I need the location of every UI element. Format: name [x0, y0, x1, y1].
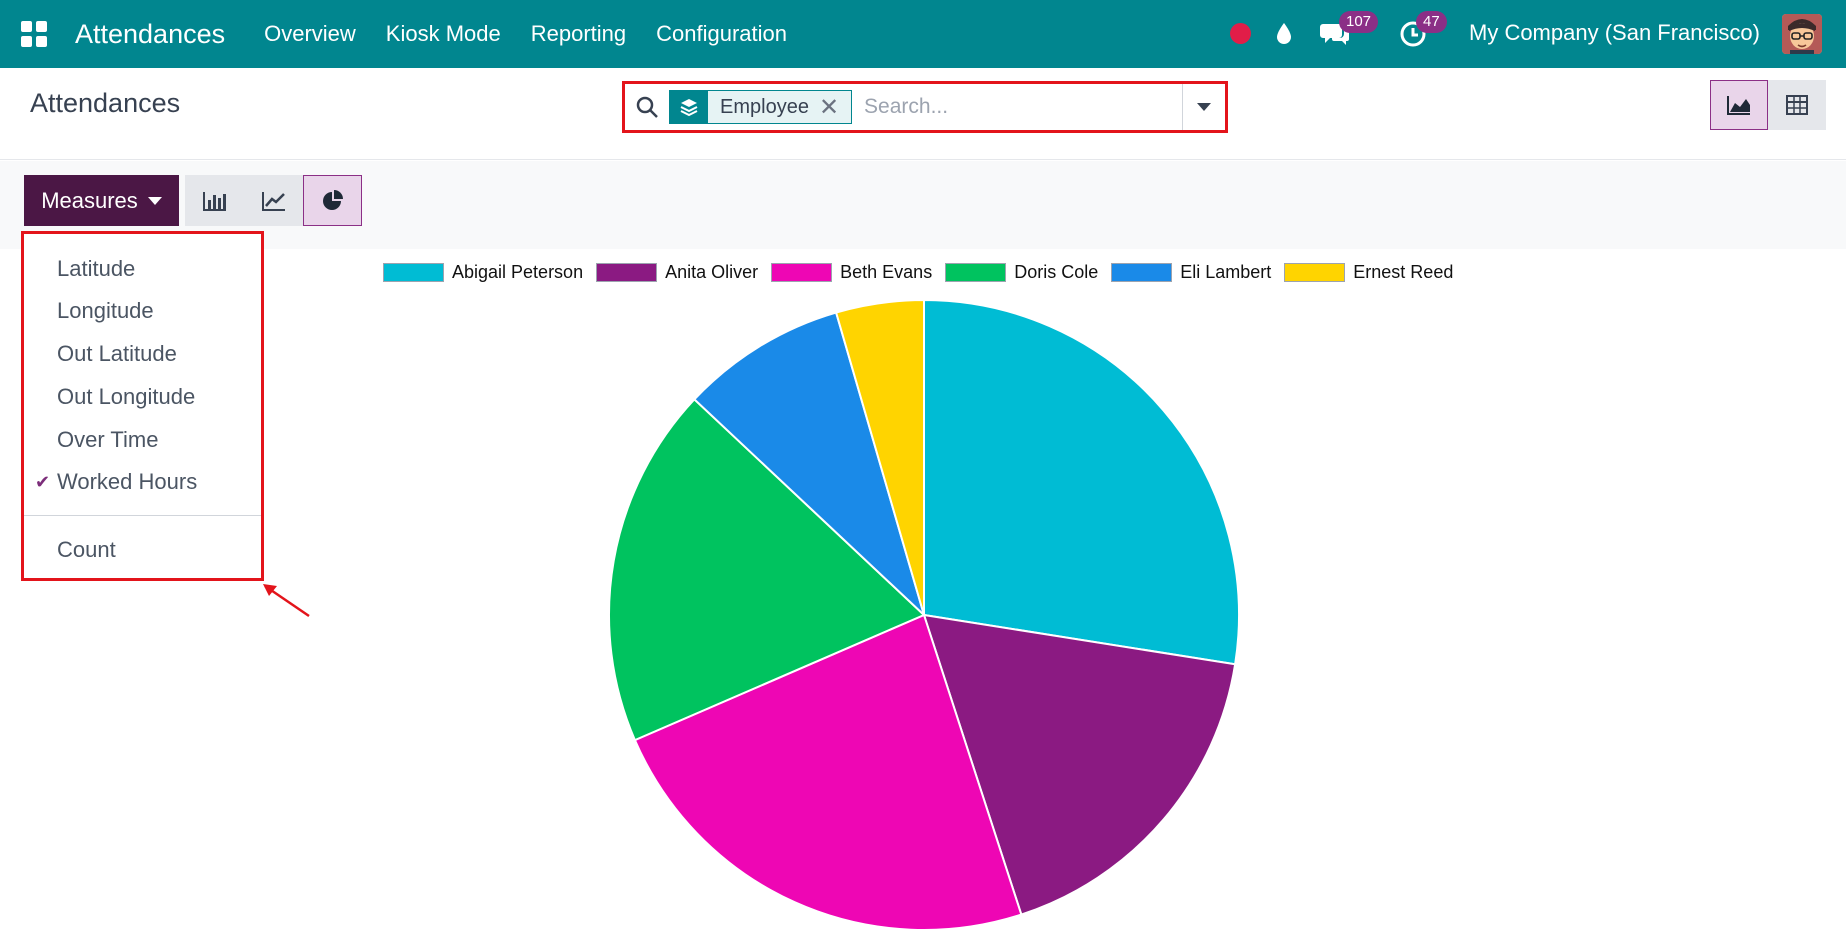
measure-over-time[interactable]: Over Time	[57, 427, 158, 453]
measure-worked-hours[interactable]: ✔ Worked Hours	[35, 469, 198, 495]
legend-swatch	[771, 263, 833, 282]
legend-item[interactable]: Doris Cole	[945, 262, 1098, 283]
legend-item[interactable]: Beth Evans	[771, 262, 932, 283]
legend-item[interactable]: Abigail Peterson	[383, 262, 583, 283]
annotation-arrow	[263, 584, 310, 618]
legend-swatch	[1284, 263, 1346, 282]
measure-count[interactable]: Count	[57, 537, 116, 563]
measure-label: Over Time	[57, 427, 159, 452]
legend-label: Doris Cole	[1014, 262, 1099, 282]
measure-out-latitude[interactable]: Out Latitude	[57, 341, 177, 367]
legend-label: Anita Oliver	[665, 262, 759, 282]
measure-label: Count	[57, 537, 116, 562]
legend-item[interactable]: Anita Oliver	[596, 262, 758, 283]
check-icon: ✔	[35, 472, 51, 492]
measure-label: Latitude	[57, 256, 136, 281]
legend-item[interactable]: Ernest Reed	[1284, 262, 1453, 283]
legend-swatch	[596, 263, 658, 282]
pie-slice[interactable]	[923, 298, 1240, 666]
legend-label: Beth Evans	[840, 262, 933, 282]
measure-label: Out Latitude	[57, 341, 177, 366]
legend-swatch	[1111, 263, 1173, 282]
measure-out-longitude[interactable]: Out Longitude	[57, 384, 195, 410]
legend-label: Eli Lambert	[1180, 262, 1272, 282]
legend-item[interactable]: Eli Lambert	[1111, 262, 1271, 283]
legend-label: Ernest Reed	[1353, 262, 1454, 282]
measure-label: Longitude	[57, 298, 154, 323]
legend-swatch	[945, 263, 1007, 282]
chart-legend: Abigail Peterson Anita Oliver Beth Evans Do…	[383, 262, 1466, 283]
legend-swatch	[383, 263, 444, 282]
measures-dropdown: Latitude Longitude Out Latitude Out Long…	[21, 231, 264, 581]
legend-label: Abigail Peterson	[452, 262, 584, 282]
menu-divider	[24, 515, 261, 516]
measure-latitude[interactable]: Latitude	[57, 256, 135, 282]
measure-label: Worked Hours	[57, 469, 198, 494]
pie-chart	[608, 298, 1240, 930]
measure-longitude[interactable]: Longitude	[57, 298, 154, 324]
measure-label: Out Longitude	[57, 384, 196, 409]
